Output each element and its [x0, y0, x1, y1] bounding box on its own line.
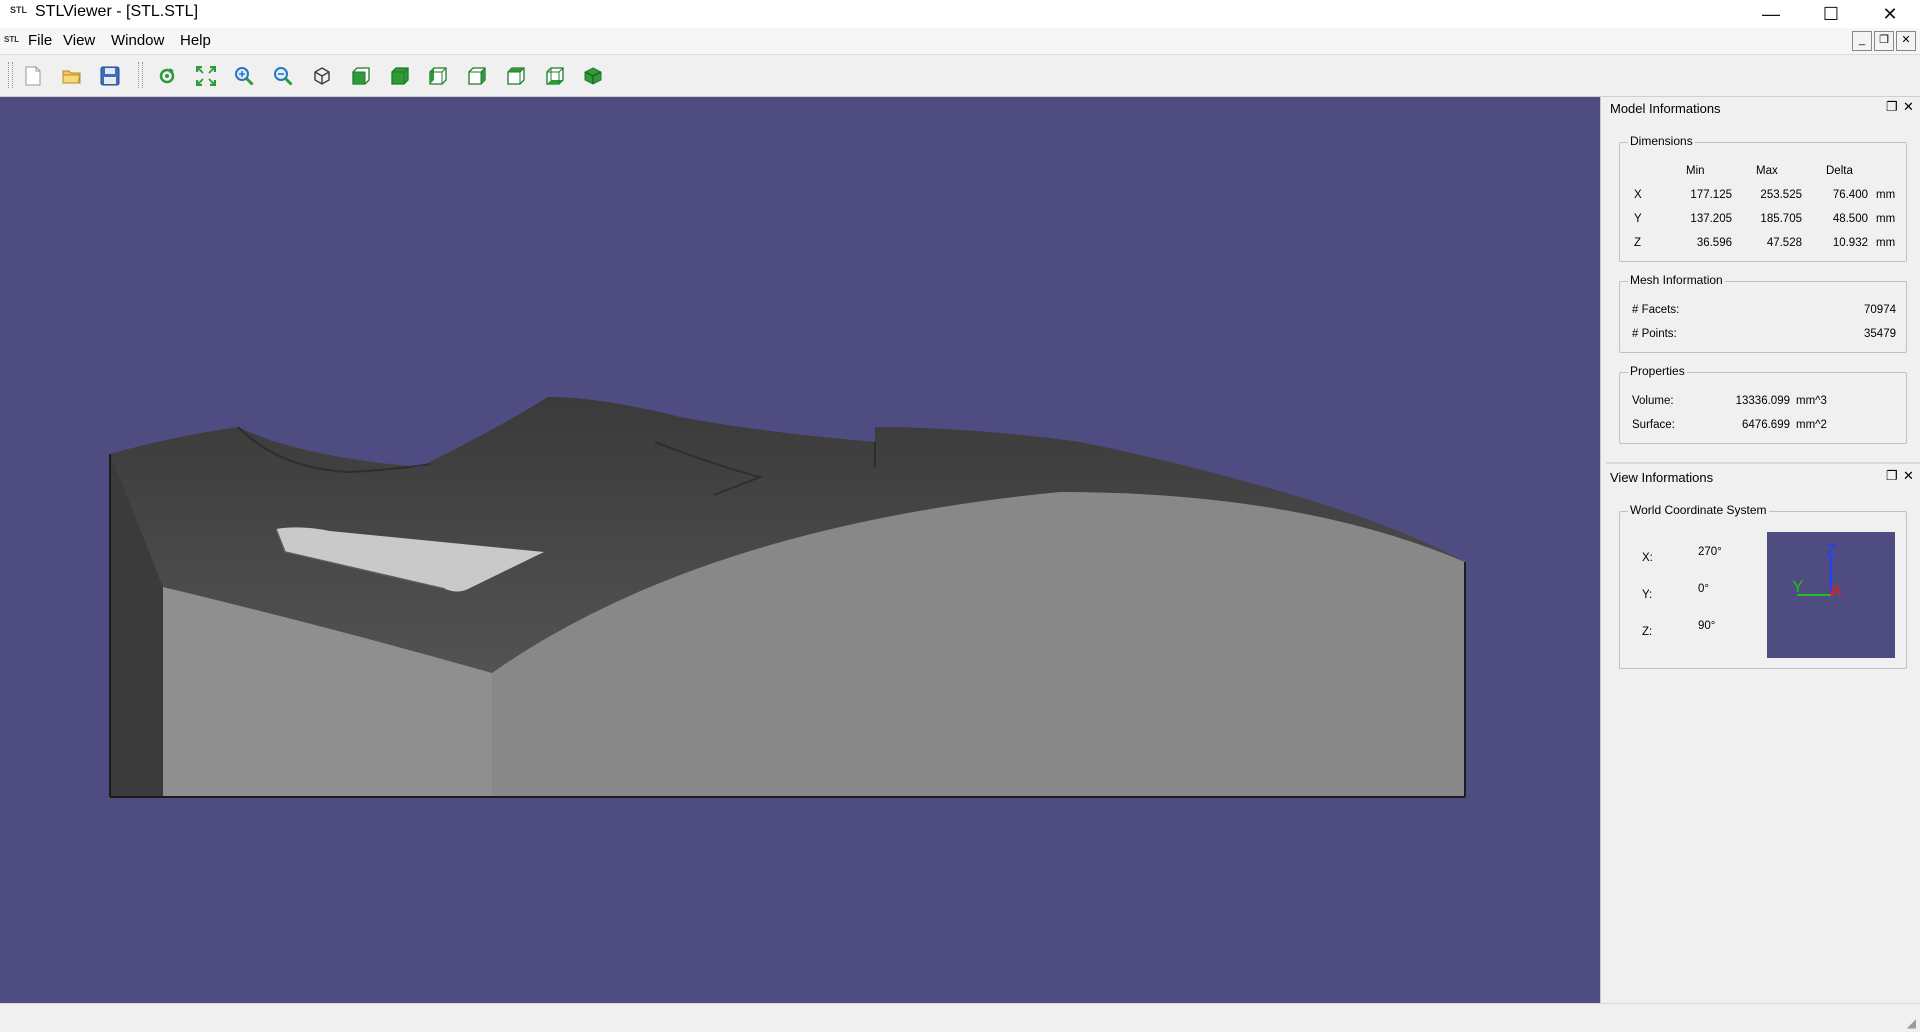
rotate-icon[interactable]: [154, 63, 180, 89]
fit-all-icon[interactable]: [193, 63, 219, 89]
minimize-button[interactable]: —: [1748, 0, 1794, 28]
delta-value: 48.500: [1832, 213, 1868, 225]
app-icon: STL: [4, 35, 20, 44]
mdi-controls: _ ❐ ✕: [1852, 31, 1916, 51]
dock-title: View Informations: [1610, 470, 1714, 485]
resize-grip-icon[interactable]: ◢: [1907, 1016, 1916, 1030]
y-angle-label: Y:: [1642, 589, 1653, 601]
status-bar: ◢: [0, 1003, 1920, 1032]
axis-triad-view: Z Y X: [1767, 532, 1895, 658]
dock-float-icon[interactable]: ❐: [1886, 99, 1898, 115]
facets-label: # Facets:: [1632, 304, 1680, 316]
unit-label: mm: [1876, 237, 1896, 249]
surface-value: 6476.699: [1742, 419, 1790, 431]
zoom-in-icon[interactable]: [231, 63, 257, 89]
delta-value: 76.400: [1832, 189, 1868, 201]
volume-unit: mm^3: [1796, 395, 1827, 407]
points-value: 35479: [1864, 328, 1896, 340]
group-label: World Coordinate System: [1628, 503, 1769, 517]
z-angle-label: Z:: [1642, 626, 1653, 638]
dock-title: Model Informations: [1610, 101, 1721, 116]
app-icon: STL: [10, 5, 27, 15]
unit-label: mm: [1876, 189, 1896, 201]
save-icon[interactable]: [97, 63, 123, 89]
group-label: Mesh Information: [1628, 273, 1725, 287]
facets-value: 70974: [1864, 304, 1896, 316]
shaded-view-icon[interactable]: [580, 63, 606, 89]
points-label: # Points:: [1632, 328, 1677, 340]
toolbar: [0, 55, 1920, 97]
surface-unit: mm^2: [1796, 419, 1827, 431]
new-file-icon[interactable]: [20, 63, 46, 89]
menu-bar: STL File View Window Help _ ❐ ✕: [0, 28, 1920, 55]
mesh-information-group: Mesh Information # Facets: 70974 # Point…: [1619, 273, 1907, 353]
unit-label: mm: [1876, 213, 1896, 225]
y-axis-label: Y: [1792, 577, 1803, 596]
iso-view-icon[interactable]: [309, 63, 335, 89]
mdi-restore-button[interactable]: ❐: [1874, 31, 1894, 51]
max-value: 185.705: [1760, 213, 1802, 225]
group-label: Properties: [1628, 364, 1687, 378]
delta-value: 10.932: [1832, 237, 1868, 249]
3d-viewport[interactable]: [0, 97, 1600, 1003]
z-angle-value: 90°: [1698, 620, 1716, 632]
close-button[interactable]: ✕: [1867, 0, 1913, 28]
menu-file[interactable]: File: [26, 32, 54, 50]
title-bar: STL STLViewer - [STL.STL] — ☐ ✕: [0, 0, 1920, 28]
menu-view[interactable]: View: [61, 32, 97, 50]
x-axis-label: X: [1831, 581, 1842, 600]
zoom-out-icon[interactable]: [270, 63, 296, 89]
toolbar-grip[interactable]: [138, 62, 143, 88]
model-info-dock: Model Informations ❐ ✕ Dimensions Min Ma…: [1606, 97, 1920, 457]
stl-model: [109, 397, 1466, 798]
axis-label: Y: [1634, 213, 1642, 225]
toolbar-grip[interactable]: [8, 62, 13, 88]
front-view-icon[interactable]: [348, 63, 374, 89]
dock-separator[interactable]: [1606, 462, 1920, 464]
min-value: 137.205: [1690, 213, 1732, 225]
mdi-minimize-button[interactable]: _: [1852, 31, 1872, 51]
dock-close-icon[interactable]: ✕: [1903, 99, 1914, 115]
col-header-delta: Delta: [1826, 165, 1853, 177]
col-header-max: Max: [1756, 165, 1778, 177]
min-value: 177.125: [1690, 189, 1732, 201]
col-header-min: Min: [1686, 165, 1705, 177]
menu-help[interactable]: Help: [178, 32, 213, 50]
bottom-view-icon[interactable]: [542, 63, 568, 89]
axis-label: X: [1634, 189, 1642, 201]
x-angle-value: 270°: [1698, 546, 1722, 558]
menu-window[interactable]: Window: [109, 32, 166, 50]
surface-label: Surface:: [1632, 419, 1675, 431]
axis-label: Z: [1634, 237, 1642, 249]
max-value: 47.528: [1766, 237, 1802, 249]
dock-close-icon[interactable]: ✕: [1903, 468, 1914, 484]
volume-label: Volume:: [1632, 395, 1674, 407]
right-view-icon[interactable]: [464, 63, 490, 89]
y-angle-value: 0°: [1698, 583, 1709, 595]
min-value: 36.596: [1696, 237, 1732, 249]
volume-value: 13336.099: [1735, 395, 1790, 407]
properties-group: Properties Volume: 13336.099 mm^3 Surfac…: [1619, 364, 1907, 444]
max-value: 253.525: [1760, 189, 1802, 201]
back-view-icon[interactable]: [387, 63, 413, 89]
left-view-icon[interactable]: [425, 63, 451, 89]
dimensions-group: Dimensions Min Max Delta X 177.125 253.5…: [1619, 134, 1907, 262]
group-label: Dimensions: [1628, 134, 1695, 148]
z-axis-label: Z: [1826, 541, 1836, 560]
mdi-close-button[interactable]: ✕: [1896, 31, 1916, 51]
dock-float-icon[interactable]: ❐: [1886, 468, 1898, 484]
x-angle-label: X:: [1642, 552, 1653, 564]
window-title: STLViewer - [STL.STL]: [35, 3, 199, 20]
maximize-button[interactable]: ☐: [1808, 0, 1854, 28]
open-folder-icon[interactable]: [59, 63, 85, 89]
top-view-icon[interactable]: [503, 63, 529, 89]
